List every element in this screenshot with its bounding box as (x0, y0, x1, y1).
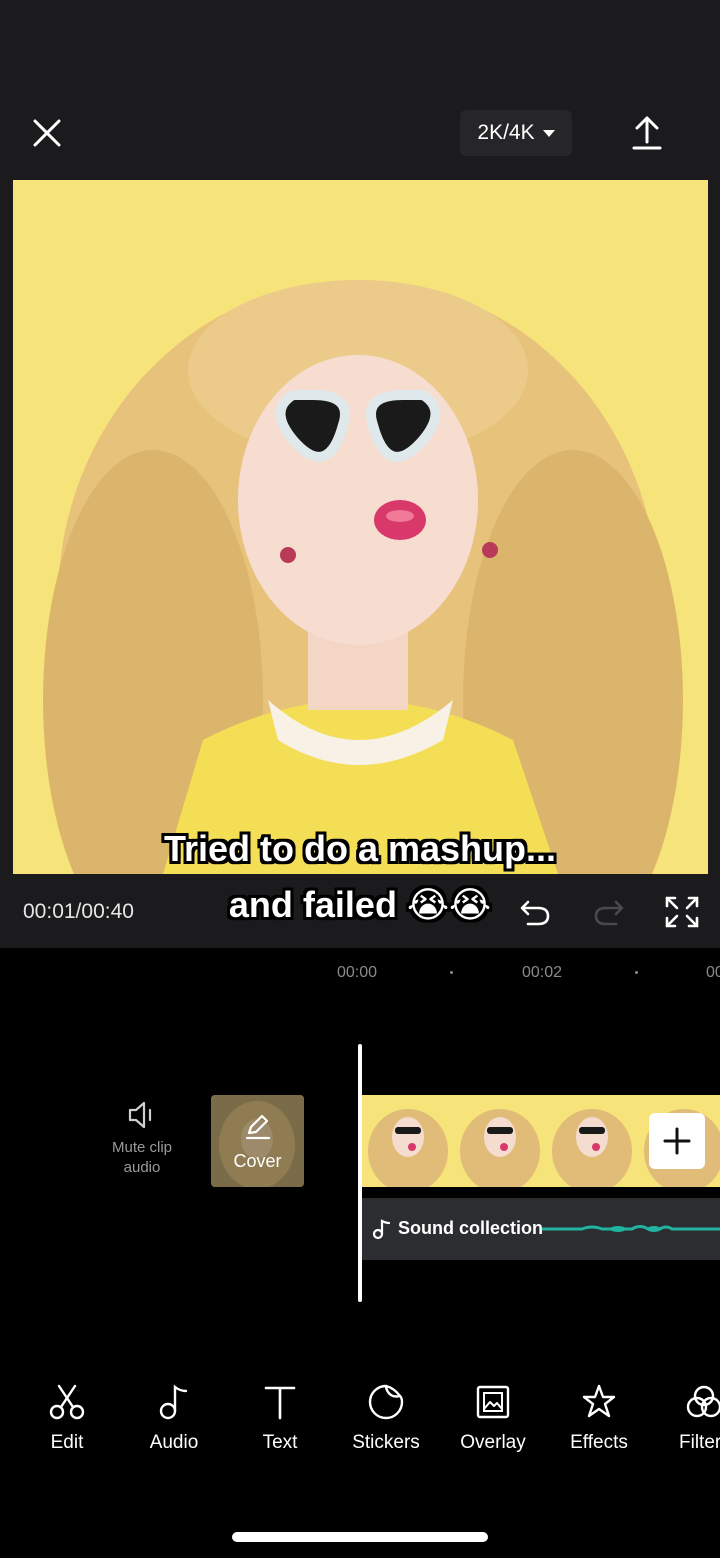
tool-audio-label: Audio (149, 1432, 199, 1453)
cover-label: Cover (233, 1151, 282, 1171)
caret-down-icon (542, 129, 555, 137)
bottom-toolbar: Edit Audio Text Stickers Overlay Effects… (0, 1348, 720, 1558)
music-note-icon (159, 1384, 188, 1420)
ruler-dot (635, 971, 638, 974)
home-indicator (232, 1532, 488, 1542)
sticker-icon (368, 1384, 404, 1420)
audio-waveform (542, 1225, 720, 1232)
add-clip-button[interactable] (649, 1113, 705, 1169)
fullscreen-button[interactable] (663, 894, 701, 930)
ruler-label: 00 (706, 964, 720, 981)
undo-icon (520, 900, 550, 926)
tool-edit[interactable]: Edit (22, 1382, 112, 1454)
close-button[interactable] (26, 112, 68, 154)
redo-icon (594, 900, 624, 926)
ruler-label: 00:02 (522, 964, 563, 981)
text-icon (264, 1386, 296, 1420)
tool-text[interactable]: Text (235, 1382, 325, 1454)
speaker-mute-icon (128, 1101, 152, 1129)
overlay-icon (476, 1385, 510, 1419)
tool-text-label: Text (262, 1432, 298, 1453)
undo-button[interactable] (516, 894, 554, 930)
tool-effects[interactable]: Effects (554, 1382, 644, 1454)
tool-edit-label: Edit (50, 1432, 84, 1453)
redo-button[interactable] (590, 894, 628, 930)
timeline[interactable]: 00:00 00:02 00 Mute clip audio Cover Sou… (0, 948, 720, 1348)
playhead[interactable] (358, 1044, 362, 1302)
music-note-icon (372, 1219, 391, 1240)
filter-icon (686, 1385, 720, 1418)
audio-track-label: Sound collection (398, 1218, 544, 1238)
resolution-dropdown[interactable]: 2K/4K (460, 110, 572, 156)
tool-overlay-label: Overlay (460, 1432, 526, 1453)
clip-thumbnail (454, 1095, 546, 1187)
tool-stickers-label: Stickers (352, 1432, 420, 1453)
close-icon (33, 119, 61, 147)
upload-icon (632, 116, 662, 150)
export-button[interactable] (626, 110, 668, 154)
scissors-icon (49, 1384, 85, 1420)
video-frame-image (13, 180, 708, 874)
tool-overlay[interactable]: Overlay (448, 1382, 538, 1454)
top-bar: 2K/4K (0, 0, 720, 180)
ruler-label: 00:00 (337, 964, 378, 981)
plus-icon (663, 1127, 691, 1155)
edit-pencil-icon (245, 1114, 271, 1140)
tool-filter-label: Filter (679, 1432, 720, 1453)
preview-area (0, 180, 720, 874)
tool-filter[interactable]: Filter (658, 1382, 720, 1454)
video-preview[interactable] (13, 180, 708, 874)
ruler-dot (450, 971, 453, 974)
mute-clip-audio-button[interactable]: Mute clip audio (100, 1100, 184, 1194)
cover-thumbnail (211, 1095, 304, 1187)
effects-star-icon (582, 1384, 616, 1418)
audio-track[interactable]: Sound collection (362, 1198, 720, 1260)
timecode: 00:01/00:40 (23, 900, 134, 923)
resolution-label: 2K/4K (477, 121, 535, 144)
cover-button[interactable]: Cover (211, 1095, 304, 1187)
clip-thumbnail (546, 1095, 638, 1187)
mute-clip-audio-label: Mute clip audio (111, 1139, 173, 1176)
video-editor-screen: 2K/4K 00:01/00:40 Tried to do a mashup..… (0, 0, 720, 1558)
clip-thumbnail (362, 1095, 454, 1187)
tool-audio[interactable]: Audio (129, 1382, 219, 1454)
fullscreen-icon (665, 896, 699, 928)
tool-effects-label: Effects (570, 1432, 628, 1453)
tool-stickers[interactable]: Stickers (341, 1382, 431, 1454)
playback-controls: 00:01/00:40 (0, 874, 720, 948)
